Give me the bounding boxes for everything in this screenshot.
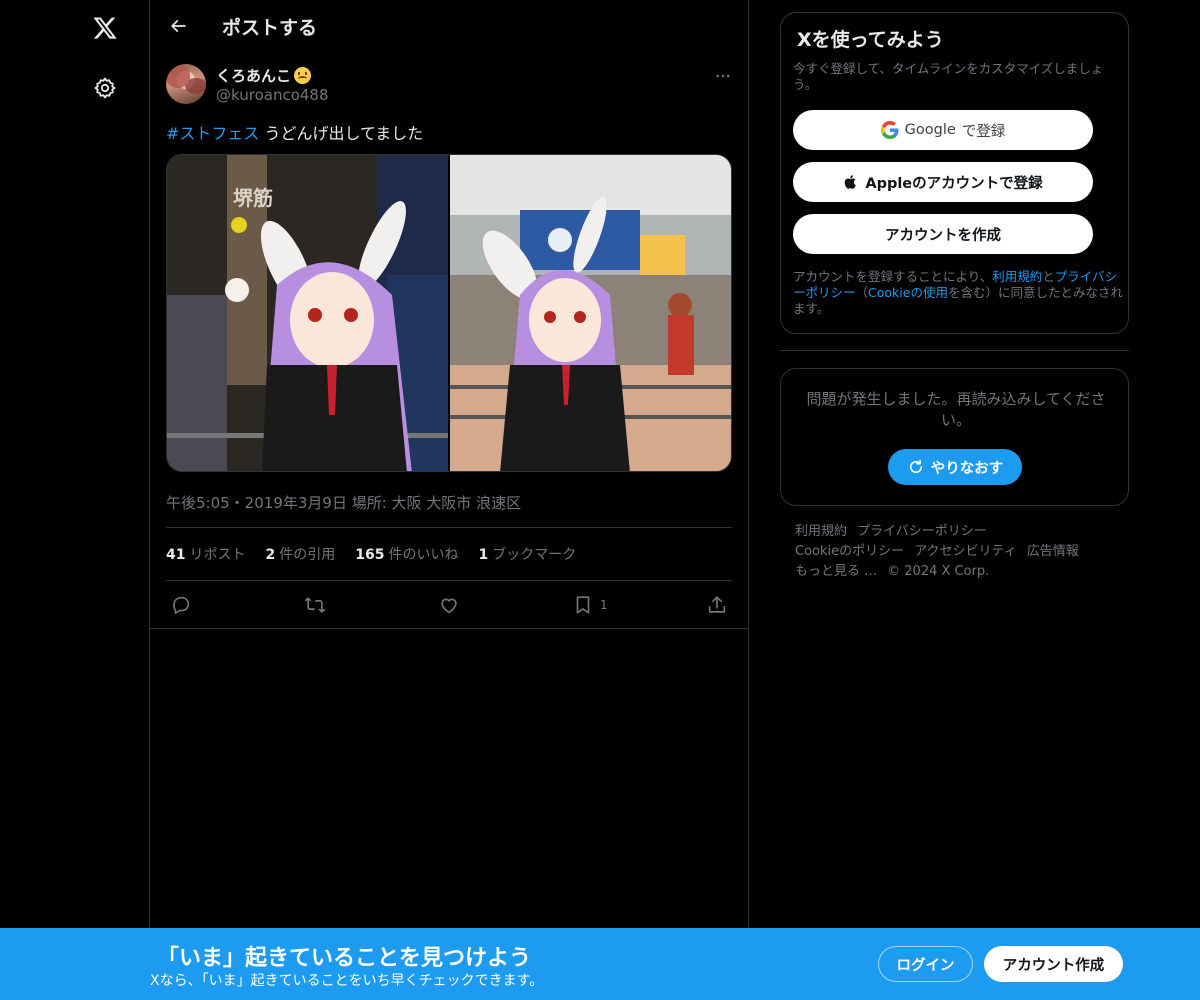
- banner-title: 「いま」起きていることを見つけよう: [157, 946, 532, 971]
- cosplay-photo-2[interactable]: [450, 155, 731, 471]
- author-name[interactable]: くろあんこ: [216, 65, 312, 86]
- google-g-icon: [880, 121, 899, 139]
- retry-button[interactable]: やりなおす: [888, 449, 1022, 485]
- like-button[interactable]: [438, 592, 460, 618]
- x-logo-icon[interactable]: [89, 12, 121, 44]
- repost-icon: [305, 597, 325, 613]
- repost-button[interactable]: [304, 592, 326, 618]
- footer-privacy-link[interactable]: プライバシーポリシー: [857, 524, 987, 539]
- post-meta[interactable]: 午後5:05・2019年3月9日 場所: 大阪 大阪市 浪速区: [166, 492, 521, 513]
- footer-cookie-link[interactable]: Cookieのポリシー: [795, 544, 904, 559]
- apple-signup-label: Appleのアカウントで登録: [865, 175, 1043, 192]
- banner-create-account-button[interactable]: アカウント作成: [984, 946, 1123, 982]
- reply-icon: [173, 596, 190, 615]
- post-body: うどんげ出してました: [259, 124, 424, 143]
- create-account-button[interactable]: アカウントを作成: [793, 214, 1093, 254]
- repost-stat[interactable]: 41 リポスト: [166, 544, 245, 564]
- photo-sign-text: 堺筋: [233, 186, 273, 210]
- legal-open-paren: （: [855, 285, 869, 300]
- reply-button[interactable]: [170, 592, 192, 618]
- more-options-icon[interactable]: [711, 66, 735, 86]
- error-card: 問題が発生しました。再読み込みしてください。 やりなおす: [780, 368, 1129, 506]
- divider: [780, 350, 1129, 351]
- signup-subtitle: 今すぐ登録して、タイムラインをカスタマイズしましょう。: [793, 61, 1104, 92]
- divider: [166, 580, 732, 581]
- apple-signup-button[interactable]: Appleのアカウントで登録: [793, 162, 1093, 202]
- main-column: ポストする くろあんこ @kuroanco488 #ストフェス うどんげ出してま…: [149, 0, 749, 1000]
- post-stats: 41 リポスト 2 件の引用 165 件のいいね 1 ブックマーク: [166, 544, 576, 564]
- signup-card: Xを使ってみよう 今すぐ登録して、タイムラインをカスタマイズしましょう。 Goo…: [780, 12, 1129, 334]
- post-media: 堺筋: [166, 154, 732, 472]
- apple-icon: [845, 175, 857, 189]
- page-title: ポストする: [222, 17, 318, 39]
- footer-terms-link[interactable]: 利用規約: [795, 524, 847, 539]
- divider: [150, 628, 748, 629]
- hashtag-link[interactable]: #ストフェス: [166, 124, 259, 143]
- footer-accessibility-link[interactable]: アクセシビリティ: [914, 544, 1017, 559]
- share-icon: [708, 596, 726, 613]
- right-sidebar: Xを使ってみよう 今すぐ登録して、タイムラインをカスタマイズしましょう。 Goo…: [780, 12, 1129, 579]
- left-nav: [0, 0, 150, 1000]
- google-brand-text: Google: [904, 122, 956, 138]
- retry-label: やりなおす: [930, 460, 1004, 477]
- cookie-link[interactable]: Cookieの使用: [868, 285, 948, 300]
- author-name-text: くろあんこ: [216, 67, 292, 85]
- upside-down-face-emoji-icon: [294, 67, 312, 84]
- divider: [166, 527, 732, 528]
- bookmark-button[interactable]: 1: [572, 592, 608, 618]
- google-signup-button[interactable]: Google で登録: [793, 110, 1093, 150]
- post-actions: 1: [166, 592, 732, 618]
- legal-and: と: [1042, 269, 1055, 284]
- signup-banner: 「いま」起きていることを見つけよう Xなら、「いま」起きていることをいち早くチェ…: [0, 928, 1200, 1000]
- footer-ads-link[interactable]: 広告情報: [1027, 544, 1079, 559]
- quote-stat[interactable]: 2 件の引用: [265, 544, 335, 564]
- share-button[interactable]: [706, 592, 728, 618]
- footer-copyright: © 2024 X Corp.: [887, 564, 990, 579]
- signup-legal-text: アカウントを登録することにより、利用規約とプライバシーポリシー（Cookieの使…: [793, 269, 1123, 317]
- author-handle[interactable]: @kuroanco488: [216, 86, 329, 104]
- settings-gear-icon[interactable]: [91, 74, 119, 102]
- terms-link[interactable]: 利用規約: [992, 269, 1042, 284]
- post-text: #ストフェス うどんげ出してました: [166, 120, 423, 144]
- google-signup-label: で登録: [961, 123, 1006, 140]
- bookmark-count: 1: [600, 598, 608, 612]
- avatar[interactable]: [166, 64, 206, 104]
- post-header: ポストする: [150, 0, 748, 53]
- bookmark-icon: [576, 596, 590, 614]
- footer-links: 利用規約 プライバシーポリシー Cookieのポリシー アクセシビリティ 広告情報 も…: [795, 522, 1125, 582]
- heart-icon: [441, 598, 457, 614]
- bookmark-stat[interactable]: 1 ブックマーク: [478, 544, 576, 564]
- refresh-icon: [909, 459, 922, 474]
- back-arrow-icon[interactable]: [166, 14, 190, 38]
- legal-prefix: アカウントを登録することにより、: [793, 269, 993, 284]
- create-account-label: アカウントを作成: [885, 227, 1001, 244]
- login-button[interactable]: ログイン: [878, 946, 973, 982]
- cosplay-photo-1[interactable]: 堺筋: [167, 155, 448, 471]
- signup-title: Xを使ってみよう: [797, 29, 944, 51]
- error-message: 問題が発生しました。再読み込みしてください。: [806, 390, 1106, 429]
- footer-more-link[interactable]: もっと見る …: [795, 564, 877, 579]
- like-stat[interactable]: 165 件のいいね: [355, 544, 458, 564]
- banner-subtitle: Xなら、「いま」起きていることをいち早くチェックできます。: [150, 973, 544, 989]
